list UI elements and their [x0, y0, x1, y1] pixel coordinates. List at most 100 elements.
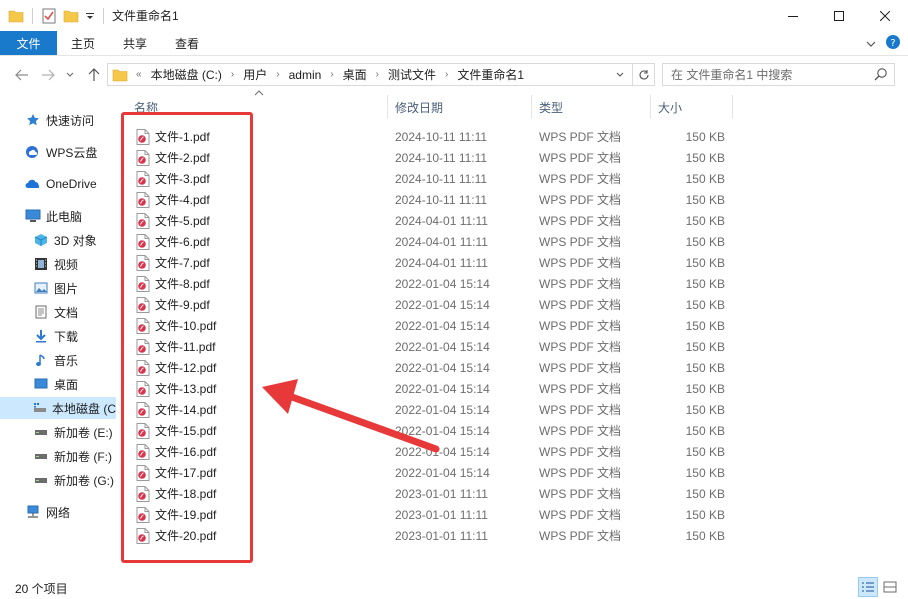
file-size: 150 KB	[685, 339, 725, 354]
tab-share[interactable]: 共享	[109, 31, 161, 55]
file-size: 150 KB	[685, 171, 725, 186]
file-type: WPS PDF 文档	[539, 172, 622, 186]
up-button[interactable]	[82, 63, 106, 87]
file-modified-date: 2022-01-04 15:14	[395, 465, 490, 480]
file-size: 150 KB	[685, 528, 725, 543]
chevron-right-icon[interactable]: ›	[441, 69, 452, 80]
large-icons-view-button[interactable]	[880, 577, 900, 597]
column-divider[interactable]	[387, 95, 388, 119]
file-size: 150 KB	[685, 444, 725, 459]
breadcrumb-item[interactable]: 用户	[238, 66, 272, 83]
breadcrumb-overflow[interactable]: «	[132, 69, 146, 80]
properties-icon[interactable]	[41, 8, 57, 24]
file-type: WPS PDF 文档	[539, 214, 622, 228]
address-bar[interactable]: « 本地磁盘 (C:) › 用户 › admin › 桌面 › 测试文件 › 文…	[107, 63, 655, 86]
file-modified-date: 2024-10-11 11:11	[395, 171, 488, 186]
breadcrumb-item[interactable]: admin	[284, 68, 327, 82]
forward-button[interactable]	[36, 63, 60, 87]
file-type: WPS PDF 文档	[539, 193, 622, 207]
details-view-icon	[862, 582, 874, 592]
folder-icon	[112, 68, 128, 82]
tab-file[interactable]: 文件	[0, 31, 57, 55]
file-modified-date: 2022-01-04 15:14	[395, 360, 490, 375]
file-size: 150 KB	[685, 255, 725, 270]
file-size: 150 KB	[685, 276, 725, 291]
chevron-down-icon	[616, 72, 624, 77]
title-bar: 文件重命名1	[0, 0, 908, 31]
chevron-right-icon[interactable]: ›	[372, 69, 383, 80]
search-placeholder: 在 文件重命名1 中搜索	[671, 68, 793, 82]
breadcrumb-item[interactable]: 测试文件	[383, 66, 441, 83]
breadcrumb-item[interactable]: 文件重命名1	[452, 66, 529, 83]
file-modified-date: 2023-01-01 11:11	[395, 507, 488, 522]
file-modified-date: 2022-01-04 15:14	[395, 423, 490, 438]
file-modified-date: 2024-04-01 11:11	[395, 213, 488, 228]
search-input[interactable]: 在 文件重命名1 中搜索	[662, 63, 895, 86]
file-type: WPS PDF 文档	[539, 382, 622, 396]
file-type: WPS PDF 文档	[539, 508, 622, 522]
navigation-bar: « 本地磁盘 (C:) › 用户 › admin › 桌面 › 测试文件 › 文…	[0, 57, 908, 92]
file-type: WPS PDF 文档	[539, 256, 622, 270]
up-arrow-icon	[88, 68, 100, 81]
file-type: WPS PDF 文档	[539, 319, 622, 333]
file-size: 150 KB	[685, 507, 725, 522]
breadcrumb-item[interactable]: 本地磁盘 (C:)	[146, 66, 227, 83]
maximize-button[interactable]	[816, 0, 862, 31]
large-icons-view-icon	[883, 581, 897, 593]
chevron-right-icon[interactable]: ›	[272, 69, 283, 80]
help-icon[interactable]: ?	[886, 35, 900, 52]
highlight-box	[121, 112, 253, 563]
svg-text:?: ?	[890, 38, 895, 49]
file-type: WPS PDF 文档	[539, 235, 622, 249]
file-modified-date: 2022-01-04 15:14	[395, 339, 490, 354]
file-type: WPS PDF 文档	[539, 487, 622, 501]
details-view-button[interactable]	[858, 577, 878, 597]
file-type: WPS PDF 文档	[539, 361, 622, 375]
minimize-icon	[788, 15, 798, 17]
window-title: 文件重命名1	[112, 9, 179, 23]
file-type: WPS PDF 文档	[539, 277, 622, 291]
column-header-date[interactable]: 修改日期	[395, 95, 531, 119]
search-icon[interactable]	[874, 67, 888, 84]
file-modified-date: 2022-01-04 15:14	[395, 297, 490, 312]
file-type: WPS PDF 文档	[539, 466, 622, 480]
close-button[interactable]	[862, 0, 908, 31]
recent-locations-button[interactable]	[62, 63, 78, 87]
customize-toolbar-icon[interactable]	[85, 8, 95, 24]
file-size: 150 KB	[685, 465, 725, 480]
tab-home[interactable]: 主页	[57, 31, 109, 55]
column-divider[interactable]	[531, 95, 532, 119]
chevron-right-icon[interactable]: ›	[326, 69, 337, 80]
expand-ribbon-icon[interactable]	[866, 37, 876, 51]
tab-view[interactable]: 查看	[161, 31, 213, 55]
chevron-right-icon[interactable]: ›	[227, 69, 238, 80]
column-divider[interactable]	[732, 95, 733, 119]
file-modified-date: 2024-04-01 11:11	[395, 255, 488, 270]
address-dropdown-button[interactable]	[610, 64, 630, 85]
file-size: 150 KB	[685, 129, 725, 144]
column-header-size[interactable]: 大小	[658, 95, 730, 119]
file-modified-date: 2023-01-01 11:11	[395, 528, 488, 543]
minimize-button[interactable]	[770, 0, 816, 31]
file-type: WPS PDF 文档	[539, 529, 622, 543]
breadcrumb-item[interactable]: 桌面	[338, 66, 372, 83]
file-modified-date: 2024-10-11 11:11	[395, 192, 488, 207]
file-modified-date: 2024-10-11 11:11	[395, 129, 488, 144]
file-size: 150 KB	[685, 234, 725, 249]
back-button[interactable]	[10, 63, 34, 87]
item-count: 20 个项目	[15, 582, 68, 596]
file-modified-date: 2022-01-04 15:14	[395, 402, 490, 417]
column-divider[interactable]	[650, 95, 651, 119]
maximize-icon	[834, 10, 844, 21]
file-size: 150 KB	[685, 213, 725, 228]
file-size: 150 KB	[685, 381, 725, 396]
file-modified-date: 2024-10-11 11:11	[395, 150, 488, 165]
file-size: 150 KB	[685, 318, 725, 333]
new-folder-icon[interactable]	[63, 8, 79, 24]
quick-access-toolbar: 文件重命名1	[0, 0, 179, 31]
column-header-type[interactable]: 类型	[539, 95, 647, 119]
refresh-button[interactable]	[632, 64, 654, 85]
refresh-icon	[638, 69, 649, 79]
file-size: 150 KB	[685, 423, 725, 438]
toolbar-divider	[103, 7, 104, 24]
